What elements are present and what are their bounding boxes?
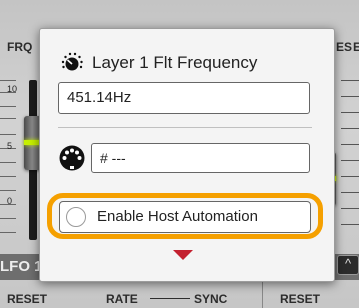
rate-label: RATE bbox=[106, 292, 138, 306]
popup-header: Layer 1 Flt Frequency bbox=[60, 43, 257, 83]
scale-mark bbox=[0, 106, 16, 107]
scale-mark bbox=[341, 80, 359, 81]
scale-mark bbox=[341, 192, 359, 193]
scale-mark bbox=[341, 144, 359, 145]
scale-mark bbox=[341, 112, 359, 113]
midi-cc-input[interactable]: # --- bbox=[91, 143, 310, 173]
popup-divider bbox=[58, 127, 312, 128]
scale-mark bbox=[341, 96, 359, 97]
midi-icon bbox=[59, 145, 85, 171]
scale-label-10: 10 bbox=[7, 84, 18, 94]
e-label: E bbox=[353, 40, 359, 54]
es-label: ES bbox=[336, 40, 353, 54]
frq-label: FRQ bbox=[7, 40, 33, 54]
scale-mark bbox=[0, 80, 16, 81]
scale-label-5: 5 bbox=[7, 141, 13, 151]
sync-label: SYNC bbox=[194, 292, 228, 306]
automation-radio[interactable] bbox=[66, 207, 86, 227]
rate-sync-divider bbox=[150, 298, 190, 299]
scale-mark bbox=[0, 162, 16, 163]
scale-label-0: 0 bbox=[7, 196, 13, 206]
knob-icon bbox=[60, 51, 84, 75]
reset-right-label[interactable]: RESET bbox=[280, 292, 320, 306]
collapse-arrow-button[interactable]: ^ bbox=[337, 255, 359, 275]
scale-mark bbox=[0, 190, 16, 191]
scale-mark bbox=[341, 128, 359, 129]
scale-mark bbox=[0, 134, 16, 135]
scale-mark bbox=[0, 232, 16, 233]
popup-pointer-arrow-icon bbox=[173, 250, 193, 260]
scale-mark bbox=[0, 218, 16, 219]
scale-mark bbox=[341, 224, 359, 225]
enable-host-automation-button[interactable]: Enable Host Automation bbox=[59, 201, 311, 233]
parameter-popup: Layer 1 Flt Frequency 451.14Hz # --- Ena… bbox=[39, 28, 335, 282]
section-divider bbox=[262, 282, 263, 308]
popup-title: Layer 1 Flt Frequency bbox=[92, 53, 258, 72]
scale-mark bbox=[341, 176, 359, 177]
lfo-label: LFO 1 bbox=[0, 258, 43, 275]
scale-mark bbox=[341, 160, 359, 161]
scale-mark bbox=[0, 176, 16, 177]
scale-mark bbox=[341, 208, 359, 209]
value-input[interactable]: 451.14Hz bbox=[58, 82, 310, 114]
reset-left-label[interactable]: RESET bbox=[7, 292, 47, 306]
automation-label: Enable Host Automation bbox=[97, 208, 258, 225]
scale-mark bbox=[0, 118, 16, 119]
